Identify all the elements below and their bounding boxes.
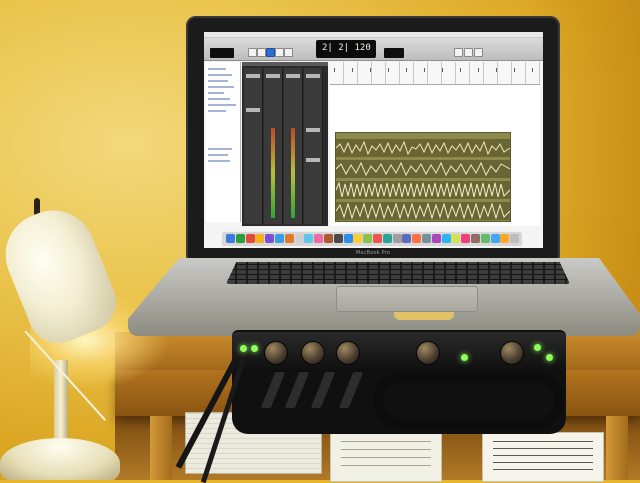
status-led: [240, 345, 247, 352]
dock-app-icon[interactable]: [363, 234, 373, 243]
dock-app-icon[interactable]: [373, 234, 382, 243]
dock-app-icon[interactable]: [275, 234, 284, 243]
record-button[interactable]: [284, 48, 293, 57]
dock-app-icon[interactable]: [226, 234, 235, 243]
keyboard-rows: [226, 262, 570, 284]
dock-app-icon[interactable]: [461, 234, 471, 243]
audio-clips: [335, 132, 511, 222]
audio-track-waveform[interactable]: [336, 160, 510, 178]
gain-knob[interactable]: [336, 341, 360, 365]
mixer-channel[interactable]: [264, 68, 283, 224]
dock: [222, 231, 522, 246]
gain-knob[interactable]: [264, 341, 288, 365]
laptop-brand-label: MacBook Pro: [355, 250, 391, 256]
status-led: [546, 354, 553, 361]
toolbar-button-b[interactable]: [464, 48, 473, 57]
dock-app-icon[interactable]: [500, 234, 510, 243]
dock-app-icon[interactable]: [431, 234, 441, 243]
dock-app-icon[interactable]: [471, 234, 480, 243]
dock-app-icon[interactable]: [392, 234, 402, 243]
dock-app-icon[interactable]: [333, 234, 343, 243]
laptop-front-notch: [394, 312, 454, 320]
dock-app-icon[interactable]: [490, 234, 500, 243]
dock-app-icon[interactable]: [265, 234, 275, 243]
status-led: [461, 354, 468, 361]
dock-app-icon[interactable]: [235, 234, 245, 243]
main-counter: 2| 2| 120: [316, 40, 376, 58]
counter-text: 2| 2| 120: [322, 43, 371, 53]
gain-knob[interactable]: [301, 341, 325, 365]
mini-display-right: [384, 48, 404, 58]
dock-app-icon[interactable]: [480, 234, 490, 243]
stop-button[interactable]: [257, 48, 266, 57]
dock-app-icon[interactable]: [451, 234, 461, 243]
mixer-channel[interactable]: [284, 68, 303, 224]
toolbar-button-c[interactable]: [474, 48, 483, 57]
dock-app-icon[interactable]: [314, 234, 324, 243]
forward-button[interactable]: [275, 48, 284, 57]
status-led: [534, 344, 541, 351]
desk-leg-left: [150, 416, 172, 480]
trackpad[interactable]: [336, 286, 478, 312]
audio-track-waveform[interactable]: [336, 181, 510, 199]
play-button[interactable]: [266, 48, 275, 57]
mini-display-left: [210, 48, 234, 58]
status-led: [251, 345, 258, 352]
audio-track-waveform[interactable]: [336, 202, 510, 220]
laptop-screen: 2| 2| 120: [204, 32, 543, 248]
dock-app-icon[interactable]: [382, 234, 392, 243]
toolbar-button-a[interactable]: [454, 48, 463, 57]
rewind-button[interactable]: [248, 48, 257, 57]
dock-app-icon[interactable]: [343, 234, 353, 243]
track-list: [206, 62, 241, 222]
dock-app-icon[interactable]: [245, 234, 255, 243]
timeline-ticks: [334, 68, 534, 72]
dock-app-icon[interactable]: [294, 234, 304, 243]
desk-lamp-base: [0, 438, 120, 480]
dock-app-icon[interactable]: [353, 234, 363, 243]
dock-app-icon[interactable]: [441, 234, 451, 243]
interface-handle: [374, 372, 564, 430]
mixer-channel[interactable]: [304, 68, 323, 224]
printed-page: [482, 432, 604, 482]
desk-leg-right: [606, 416, 628, 480]
paper-sheet: [330, 430, 442, 482]
audio-track-waveform[interactable]: [336, 139, 510, 157]
dock-app-icon[interactable]: [412, 234, 422, 243]
gain-knob[interactable]: [500, 341, 524, 365]
dock-app-icon[interactable]: [422, 234, 431, 243]
mixer-channel[interactable]: [244, 68, 263, 224]
gain-knob[interactable]: [416, 341, 440, 365]
dock-app-icon[interactable]: [255, 234, 265, 243]
dock-app-icon[interactable]: [324, 234, 333, 243]
timeline-ruler: [330, 62, 540, 85]
dock-app-icon[interactable]: [402, 234, 412, 243]
dock-app-icon[interactable]: [510, 234, 520, 243]
dock-app-icon[interactable]: [284, 234, 294, 243]
dock-app-icon[interactable]: [304, 234, 314, 243]
